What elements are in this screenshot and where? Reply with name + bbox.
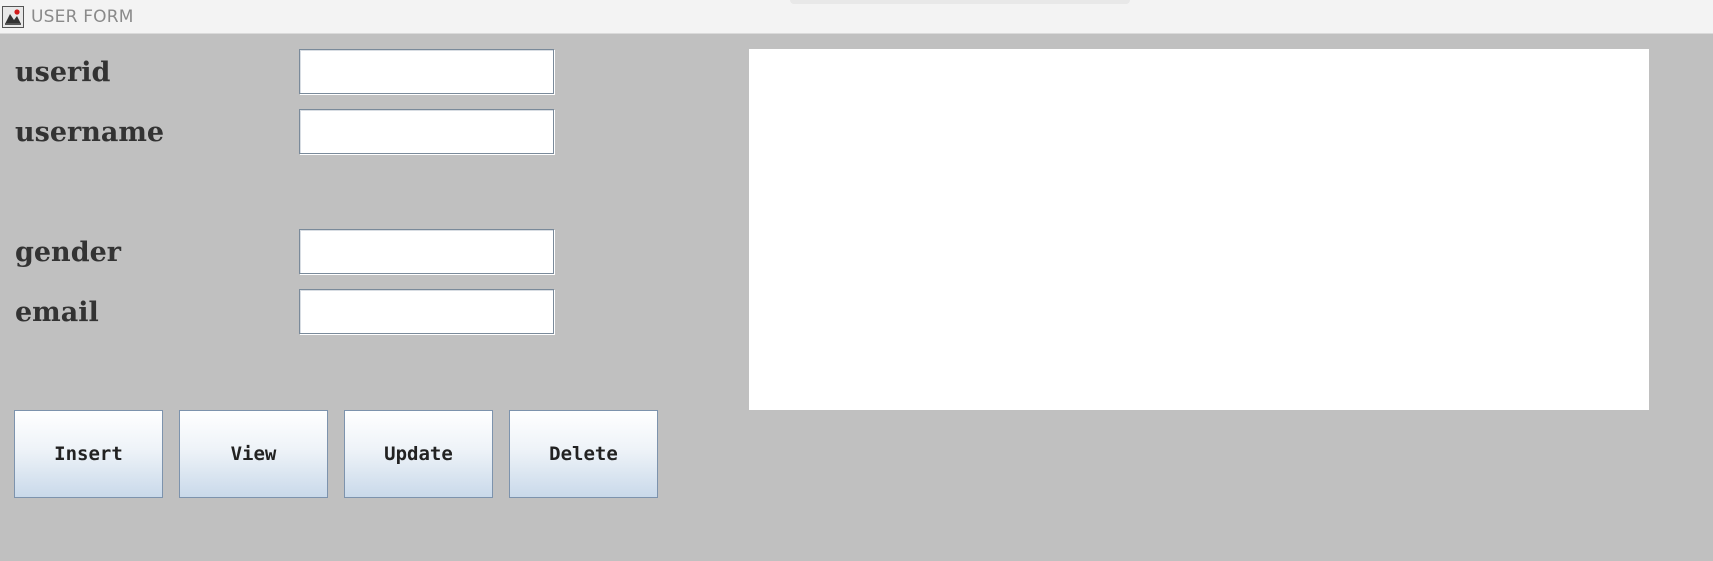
gender-input[interactable] bbox=[299, 229, 554, 274]
insert-button[interactable]: Insert bbox=[14, 410, 163, 498]
delete-button[interactable]: Delete bbox=[509, 410, 658, 498]
email-input[interactable] bbox=[299, 289, 554, 334]
username-label: username bbox=[15, 117, 165, 148]
username-input[interactable] bbox=[299, 109, 554, 154]
update-button[interactable]: Update bbox=[344, 410, 493, 498]
email-label: email bbox=[15, 297, 99, 328]
window-title: USER FORM bbox=[31, 7, 134, 27]
title-bar-shadow bbox=[790, 0, 1130, 4]
userid-input[interactable] bbox=[299, 49, 554, 94]
title-bar[interactable]: USER FORM bbox=[0, 0, 1713, 34]
gender-label: gender bbox=[15, 237, 121, 268]
userid-label: userid bbox=[15, 57, 111, 88]
view-button[interactable]: View bbox=[179, 410, 328, 498]
java-app-icon[interactable] bbox=[2, 6, 24, 28]
output-text-area[interactable] bbox=[749, 49, 1649, 410]
